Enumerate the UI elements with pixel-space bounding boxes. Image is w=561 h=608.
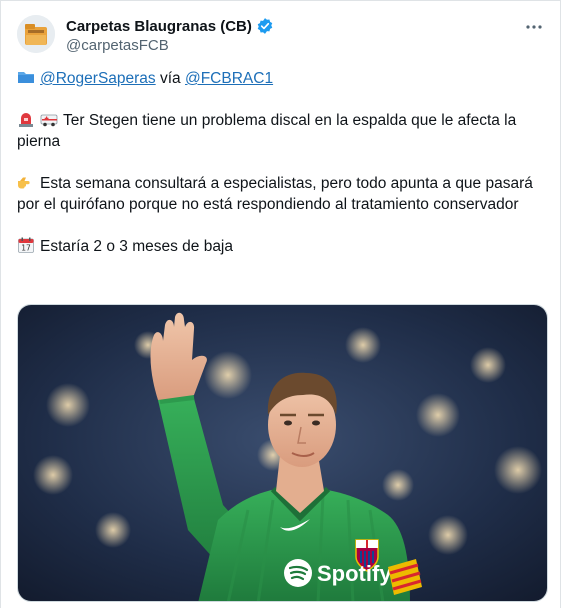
mention-link[interactable]: @RogerSaperas bbox=[40, 70, 156, 87]
calendar-icon: 17 bbox=[17, 236, 35, 254]
tweet-text: @RogerSaperas vía @FCBRAC1 Ter Stegen ti… bbox=[17, 68, 547, 257]
tweet-text-line4: Estaría 2 o 3 meses de baja bbox=[40, 238, 234, 255]
tweet-line-timeline: 17 Estaría 2 o 3 meses de baja bbox=[17, 236, 547, 257]
tweet-text-line2: Ter Stegen tiene un problema discal en l… bbox=[17, 112, 517, 150]
svg-text:17: 17 bbox=[21, 244, 31, 253]
tweet-line-detail: Esta semana consultará a especialistas, … bbox=[17, 173, 547, 215]
verified-badge-icon bbox=[256, 17, 274, 35]
tweet-text-line3: Esta semana consultará a especialistas, … bbox=[17, 175, 533, 213]
ambulance-icon bbox=[40, 110, 58, 128]
tweet-card[interactable]: Carpetas Blaugranas (CB) @carpetasFCB @R… bbox=[0, 0, 561, 608]
user-handle[interactable]: @carpetasFCB bbox=[66, 37, 169, 54]
avatar[interactable] bbox=[17, 15, 55, 53]
folder-icon bbox=[17, 68, 35, 86]
display-name[interactable]: Carpetas Blaugranas (CB) bbox=[66, 18, 252, 35]
tweet-line-news: Ter Stegen tiene un problema discal en l… bbox=[17, 110, 547, 152]
tweet-line-source: @RogerSaperas vía @FCBRAC1 bbox=[17, 68, 547, 89]
via-text: vía bbox=[155, 70, 185, 87]
pointing-hand-icon bbox=[17, 173, 35, 191]
siren-icon bbox=[17, 110, 35, 128]
more-icon[interactable] bbox=[522, 17, 546, 37]
jersey-sponsor-text: Spotify bbox=[317, 561, 392, 586]
tweet-media-photo[interactable]: Spotify bbox=[17, 304, 548, 602]
mention-link[interactable]: @FCBRAC1 bbox=[185, 70, 273, 87]
